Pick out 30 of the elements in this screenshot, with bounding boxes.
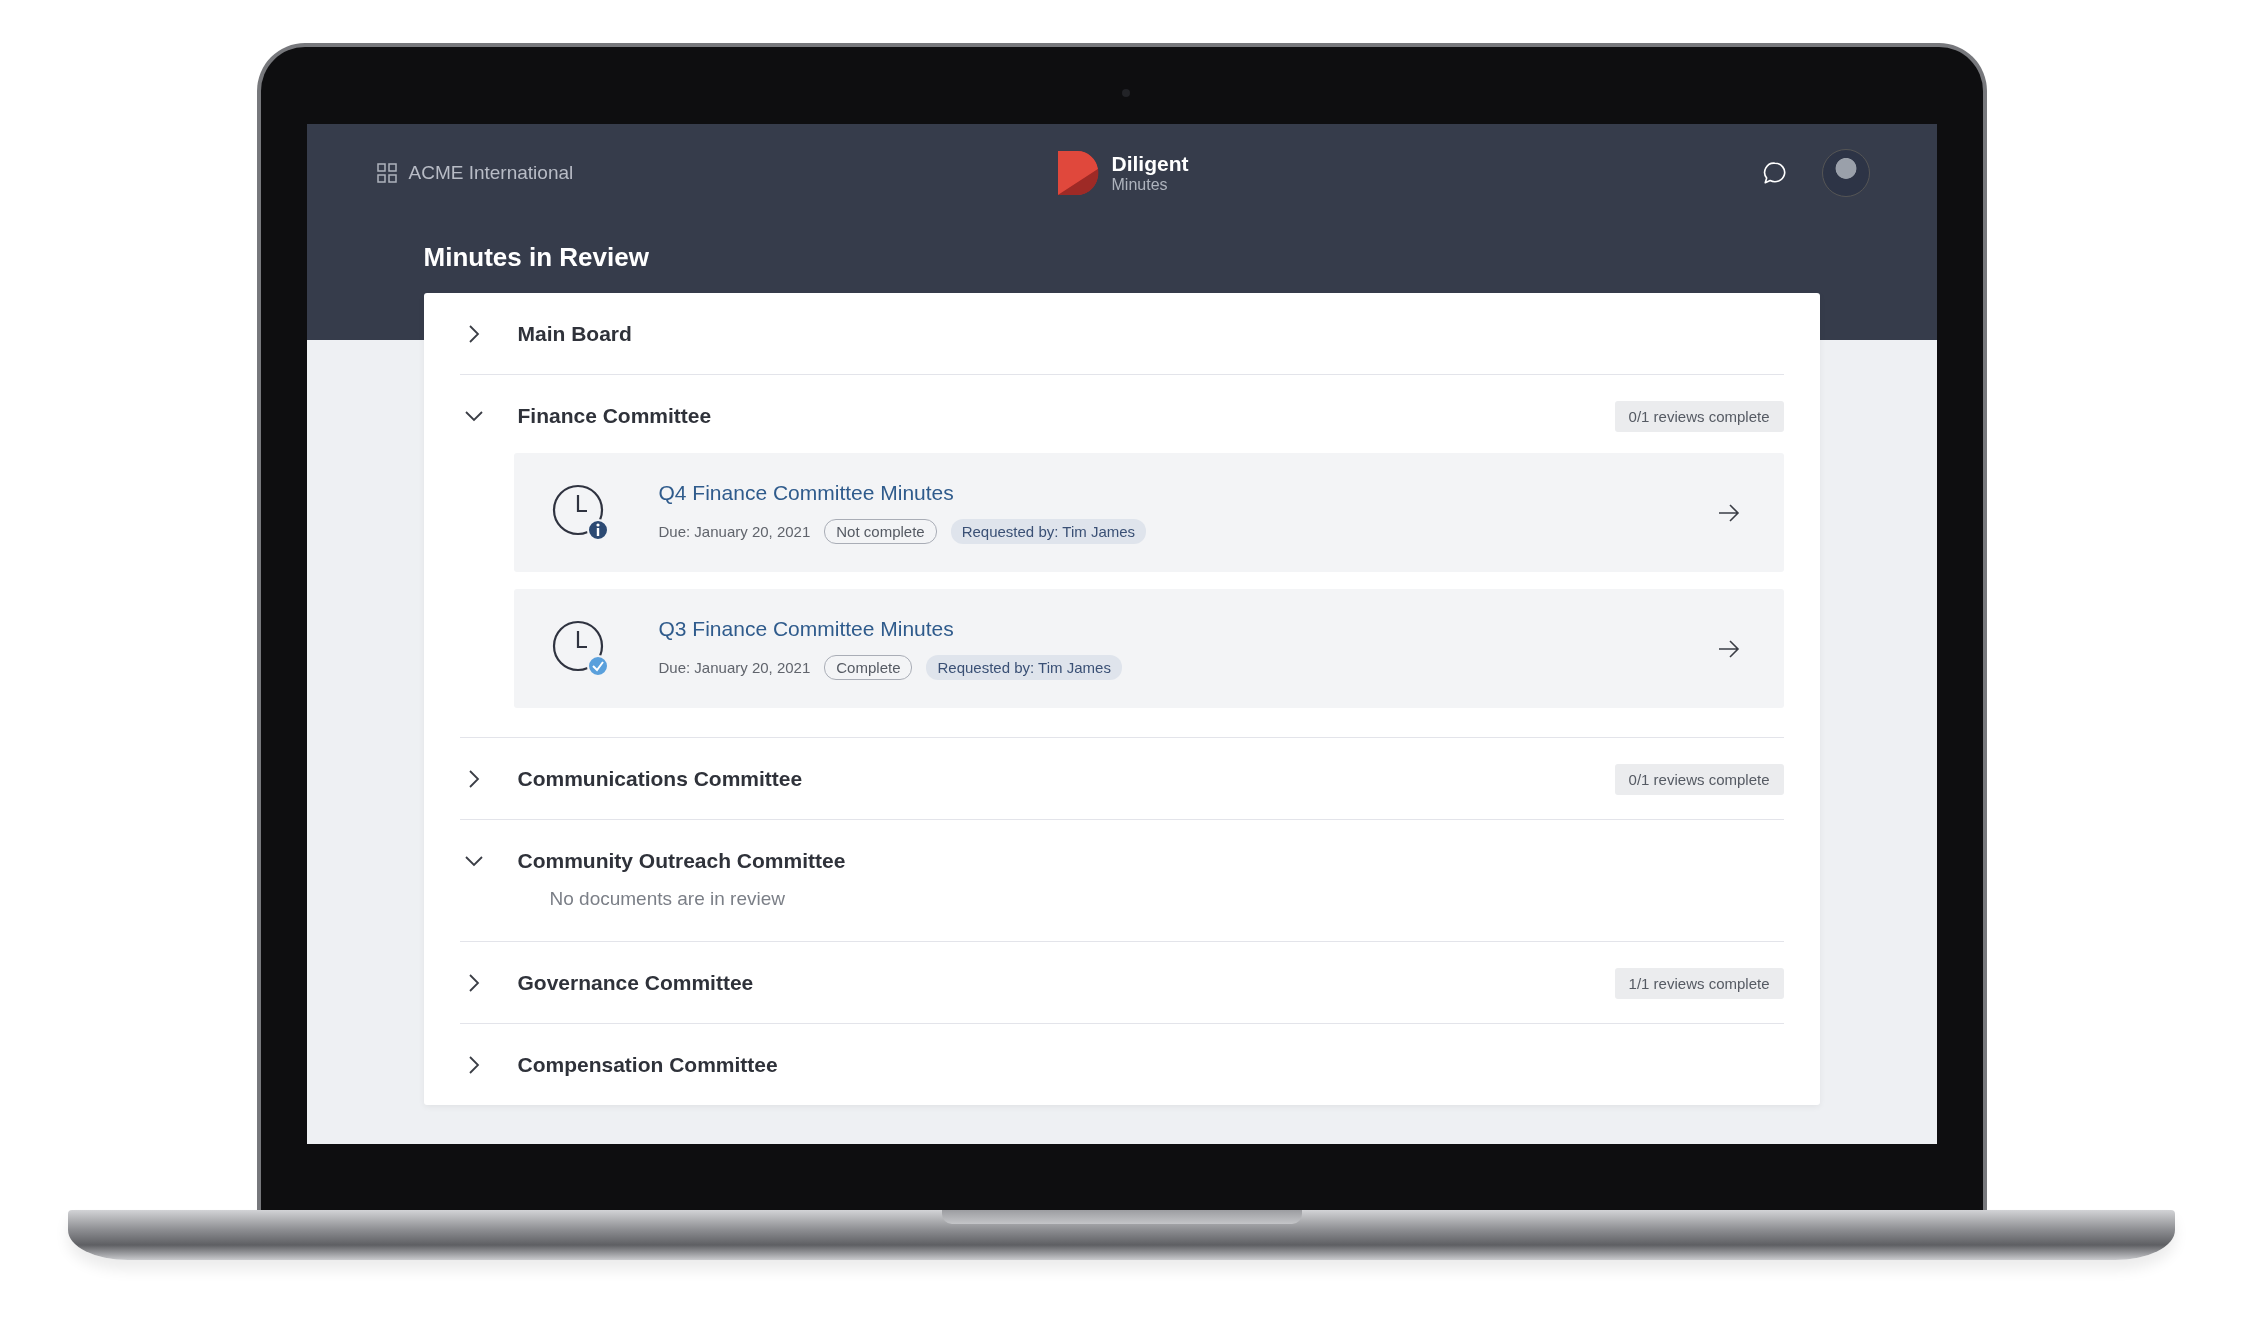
arrow-right-icon[interactable] bbox=[1717, 502, 1740, 523]
review-count-badge: 1/1 reviews complete bbox=[1614, 967, 1784, 999]
user-avatar[interactable] bbox=[1821, 149, 1870, 197]
product-name: Minutes bbox=[1111, 176, 1169, 194]
requester-tag: Requested by: Tim James bbox=[950, 519, 1147, 544]
section-toggle[interactable]: Governance Committee bbox=[459, 971, 754, 995]
grid-icon[interactable] bbox=[376, 163, 397, 183]
document-card[interactable]: Q4 Finance Committee Minutes Due: January 20, 2021 Not complete Requested by: Tim James bbox=[513, 453, 1784, 572]
section-toggle[interactable]: Compensation Committee bbox=[459, 1053, 778, 1077]
section-toggle[interactable]: Communications Committee bbox=[459, 767, 803, 791]
review-count-badge: 0/1 reviews complete bbox=[1614, 400, 1784, 432]
document-title-link[interactable]: Q4 Finance Committee Minutes bbox=[658, 481, 1718, 505]
brand-name: Diligent bbox=[1111, 152, 1189, 176]
arrow-right-icon[interactable] bbox=[1717, 638, 1740, 659]
organization-name[interactable]: ACME International bbox=[408, 162, 574, 184]
page-title: Minutes in Review bbox=[423, 241, 650, 274]
section-toggle[interactable]: Main Board bbox=[459, 322, 632, 346]
requester-tag: Requested by: Tim James bbox=[926, 655, 1122, 680]
status-pill: Not complete bbox=[824, 519, 937, 544]
due-date: Due: January 20, 2021 bbox=[658, 523, 811, 540]
due-date: Due: January 20, 2021 bbox=[658, 659, 811, 676]
status-pill: Complete bbox=[824, 655, 913, 680]
document-title-link[interactable]: Q3 Finance Committee Minutes bbox=[658, 617, 1718, 641]
empty-message: No documents are in review bbox=[549, 888, 786, 910]
chat-icon[interactable] bbox=[1761, 160, 1788, 186]
section-toggle[interactable]: Community Outreach Committee bbox=[459, 849, 846, 873]
document-card[interactable]: Q3 Finance Committee Minutes Due: January 20, 2021 Complete Requested by: Tim James bbox=[513, 589, 1784, 708]
logo-icon bbox=[1057, 151, 1100, 195]
review-count-badge: 0/1 reviews complete bbox=[1614, 763, 1784, 795]
section-toggle[interactable]: Finance Committee bbox=[459, 404, 712, 428]
